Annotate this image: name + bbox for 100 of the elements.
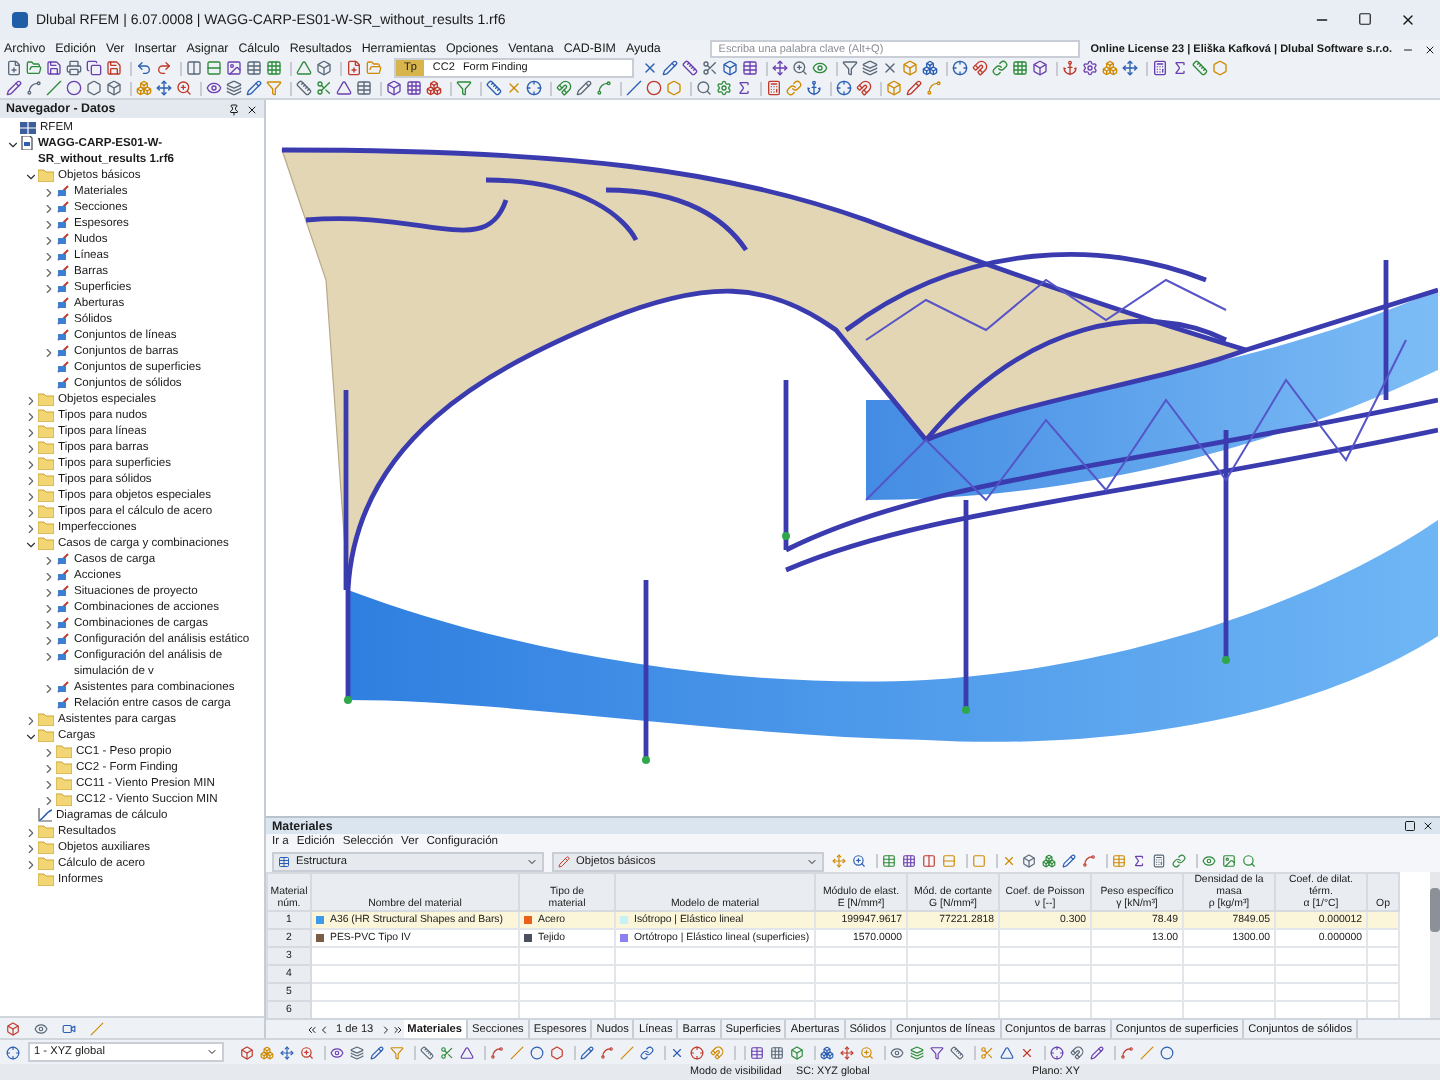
table-icon[interactable] <box>742 60 758 76</box>
scissors-icon[interactable] <box>440 1045 454 1059</box>
chevron-right-icon[interactable] <box>41 201 55 215</box>
cubes-icon[interactable] <box>136 80 152 96</box>
crosshair-icon[interactable] <box>952 60 968 76</box>
crosshair-icon[interactable] <box>836 80 852 96</box>
magnet-icon[interactable] <box>972 60 988 76</box>
zoom-in-icon[interactable] <box>852 854 866 868</box>
circle-icon[interactable] <box>66 80 82 96</box>
chevron-right-icon[interactable] <box>23 457 37 471</box>
chevron-right-icon[interactable] <box>41 345 55 359</box>
cube-icon[interactable] <box>106 80 122 96</box>
link-icon[interactable] <box>1172 854 1186 868</box>
3d-viewport[interactable] <box>266 100 1440 816</box>
search-icon[interactable] <box>1242 854 1256 868</box>
magnet-icon[interactable] <box>1070 1045 1084 1059</box>
save-icon[interactable] <box>106 60 122 76</box>
cube-icon[interactable] <box>316 60 332 76</box>
curve-icon[interactable] <box>1120 1045 1134 1059</box>
eye-icon[interactable] <box>812 60 828 76</box>
curve-icon[interactable] <box>596 80 612 96</box>
pencil-icon[interactable] <box>246 80 262 96</box>
chevron-down-icon[interactable] <box>23 537 37 551</box>
line-icon[interactable] <box>46 80 62 96</box>
save-icon[interactable] <box>46 60 62 76</box>
move-icon[interactable] <box>280 1045 294 1059</box>
chevron-right-icon[interactable] <box>41 553 55 567</box>
pencil-icon[interactable] <box>662 60 678 76</box>
maximize-icon[interactable] <box>1358 12 1372 26</box>
anchor-icon[interactable] <box>806 80 822 96</box>
table-icon[interactable] <box>246 60 262 76</box>
chevron-right-icon[interactable] <box>23 841 37 855</box>
calculator-icon[interactable] <box>1152 854 1166 868</box>
cross-icon[interactable] <box>882 60 898 76</box>
move-icon[interactable] <box>840 1045 854 1059</box>
circle-icon[interactable] <box>646 80 662 96</box>
chevron-right-icon[interactable] <box>41 585 55 599</box>
chevron-right-icon[interactable] <box>41 777 55 791</box>
cube-icon[interactable] <box>1032 60 1048 76</box>
hexagon-icon[interactable] <box>86 80 102 96</box>
move-icon[interactable] <box>772 60 788 76</box>
chevron-right-icon[interactable] <box>23 857 37 871</box>
crosshair-icon[interactable] <box>690 1045 704 1059</box>
chevron-right-icon[interactable] <box>41 185 55 199</box>
ruler-icon[interactable] <box>420 1045 434 1059</box>
pencil-icon[interactable] <box>1090 1045 1104 1059</box>
chevron-right-icon[interactable] <box>23 713 37 727</box>
image-icon[interactable] <box>226 60 242 76</box>
chevron-right-icon[interactable] <box>23 425 37 439</box>
cubes-icon[interactable] <box>426 80 442 96</box>
chevron-down-icon[interactable] <box>23 729 37 743</box>
copy-icon[interactable] <box>86 60 102 76</box>
filter-icon[interactable] <box>842 60 858 76</box>
chevron-right-icon[interactable] <box>41 249 55 263</box>
crosshair-icon[interactable] <box>526 80 542 96</box>
calculator-icon[interactable] <box>1152 60 1168 76</box>
chevron-down-icon[interactable] <box>5 137 19 151</box>
eye-icon[interactable] <box>890 1045 904 1059</box>
filter-icon[interactable] <box>456 80 472 96</box>
sigma-icon[interactable] <box>1172 60 1188 76</box>
scissors-icon[interactable] <box>316 80 332 96</box>
pencil-icon[interactable] <box>906 80 922 96</box>
eye-icon[interactable] <box>1202 854 1216 868</box>
move-icon[interactable] <box>832 854 846 868</box>
last-page-icon[interactable] <box>391 1023 404 1035</box>
pencil-icon[interactable] <box>370 1045 384 1059</box>
eye-icon[interactable] <box>330 1045 344 1059</box>
chevron-right-icon[interactable] <box>23 505 37 519</box>
cube-icon[interactable] <box>240 1045 254 1059</box>
chevron-right-icon[interactable] <box>41 793 55 807</box>
chevron-right-icon[interactable] <box>41 265 55 279</box>
table-icon[interactable] <box>356 80 372 96</box>
chevron-right-icon[interactable] <box>23 409 37 423</box>
chevron-right-icon[interactable] <box>41 601 55 615</box>
magnet-icon[interactable] <box>856 80 872 96</box>
triangle-icon[interactable] <box>1000 1045 1014 1059</box>
table-icon[interactable] <box>750 1045 764 1059</box>
layers-icon[interactable] <box>226 80 242 96</box>
grid-icon[interactable] <box>1012 60 1028 76</box>
sigma-icon[interactable] <box>1132 854 1146 868</box>
chevron-right-icon[interactable] <box>41 681 55 695</box>
undo-icon[interactable] <box>136 60 152 76</box>
cross-icon[interactable] <box>642 60 658 76</box>
link-icon[interactable] <box>786 80 802 96</box>
ruler-icon[interactable] <box>950 1045 964 1059</box>
sigma-icon[interactable] <box>736 80 752 96</box>
scissors-icon[interactable] <box>702 60 718 76</box>
chevron-right-icon[interactable] <box>41 649 55 663</box>
crosshair-icon[interactable] <box>6 1045 20 1059</box>
chevron-right-icon[interactable] <box>23 441 37 455</box>
chevron-right-icon[interactable] <box>41 761 55 775</box>
layers-icon[interactable] <box>862 60 878 76</box>
chevron-right-icon[interactable] <box>41 633 55 647</box>
columns-icon[interactable] <box>186 60 202 76</box>
rows-icon[interactable] <box>206 60 222 76</box>
grid-icon[interactable] <box>266 60 282 76</box>
grid-icon[interactable] <box>770 1045 784 1059</box>
camera-icon[interactable] <box>62 1021 76 1035</box>
chevron-right-icon[interactable] <box>41 745 55 759</box>
chevron-right-icon[interactable] <box>23 489 37 503</box>
